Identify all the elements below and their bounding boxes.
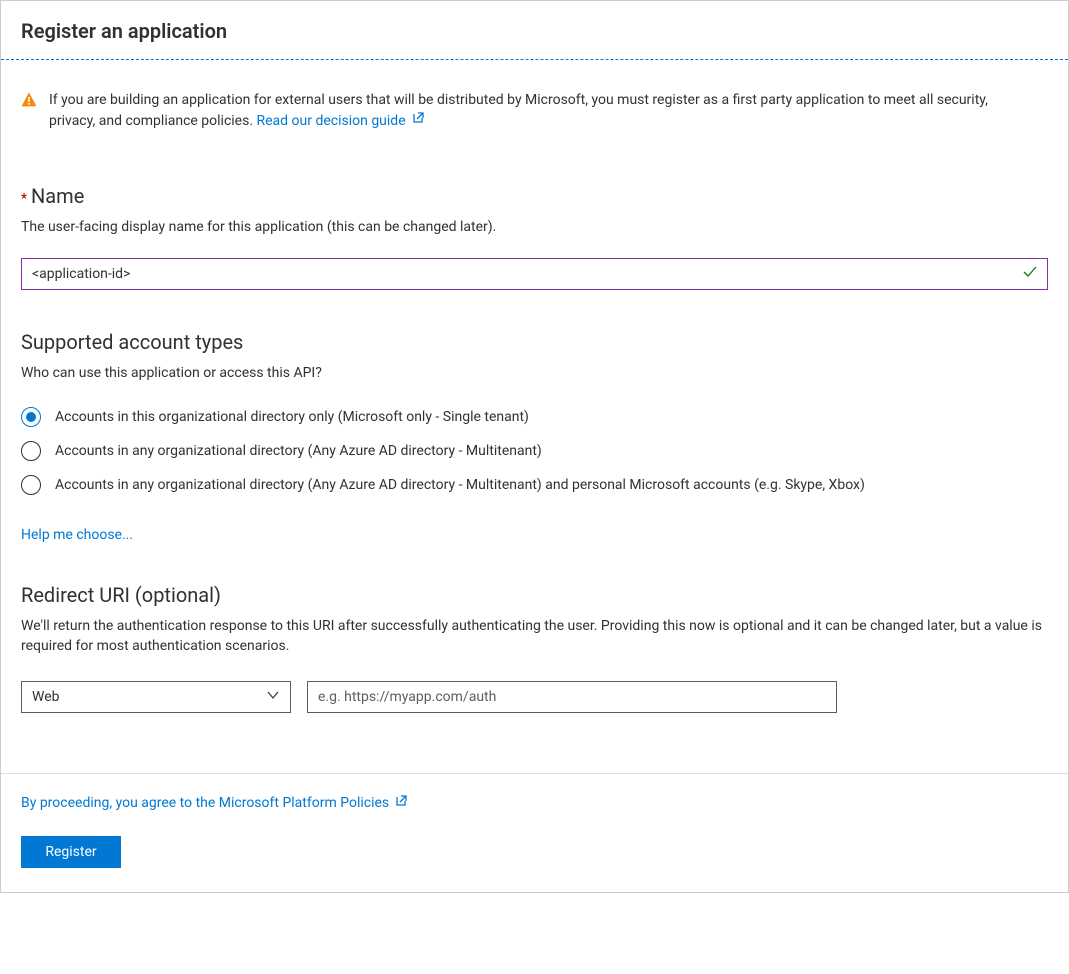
warning-text: If you are building an application for e… bbox=[49, 90, 1024, 132]
warning-alert: If you are building an application for e… bbox=[21, 60, 1048, 144]
required-indicator: * bbox=[21, 191, 27, 207]
help-me-choose-link[interactable]: Help me choose... bbox=[21, 527, 133, 543]
name-section: *Name The user-facing display name for t… bbox=[21, 184, 1048, 290]
radio-label: Accounts in any organizational directory… bbox=[55, 477, 865, 493]
warning-icon bbox=[21, 92, 37, 112]
application-name-input[interactable] bbox=[21, 258, 1048, 290]
checkmark-icon bbox=[1022, 264, 1038, 284]
external-link-icon bbox=[393, 794, 407, 812]
radio-label: Accounts in this organizational director… bbox=[55, 409, 529, 425]
platform-dropdown[interactable]: Web bbox=[21, 681, 291, 713]
account-types-section: Supported account types Who can use this… bbox=[21, 330, 1048, 544]
panel-header: Register an application bbox=[1, 1, 1068, 60]
radio-icon bbox=[21, 475, 41, 495]
redirect-uri-input[interactable] bbox=[307, 681, 837, 713]
radio-multitenant[interactable]: Accounts in any organizational directory… bbox=[21, 441, 1048, 461]
radio-icon bbox=[21, 441, 41, 461]
decision-guide-link[interactable]: Read our decision guide bbox=[257, 113, 424, 129]
platform-policies-link[interactable]: By proceeding, you agree to the Microsof… bbox=[21, 794, 407, 812]
name-label: Name bbox=[31, 184, 84, 208]
redirect-uri-heading: Redirect URI (optional) bbox=[21, 583, 221, 607]
radio-label: Accounts in any organizational directory… bbox=[55, 443, 542, 459]
chevron-down-icon bbox=[266, 688, 280, 706]
register-application-panel: Register an application If you are build… bbox=[0, 0, 1069, 893]
account-types-heading: Supported account types bbox=[21, 330, 243, 354]
page-title: Register an application bbox=[21, 19, 1048, 43]
external-link-icon bbox=[410, 111, 424, 132]
register-button[interactable]: Register bbox=[21, 836, 121, 868]
panel-content: If you are building an application for e… bbox=[1, 60, 1068, 713]
radio-icon bbox=[21, 407, 41, 427]
dropdown-value: Web bbox=[32, 689, 60, 705]
account-types-radio-group: Accounts in this organizational director… bbox=[21, 407, 1048, 495]
redirect-uri-hint: We'll return the authentication response… bbox=[21, 617, 1048, 656]
account-types-hint: Who can use this application or access t… bbox=[21, 364, 1048, 384]
name-hint: The user-facing display name for this ap… bbox=[21, 218, 1048, 238]
radio-multitenant-personal[interactable]: Accounts in any organizational directory… bbox=[21, 475, 1048, 495]
redirect-uri-section: Redirect URI (optional) We'll return the… bbox=[21, 583, 1048, 712]
radio-single-tenant[interactable]: Accounts in this organizational director… bbox=[21, 407, 1048, 427]
panel-footer: By proceeding, you agree to the Microsof… bbox=[1, 773, 1068, 892]
